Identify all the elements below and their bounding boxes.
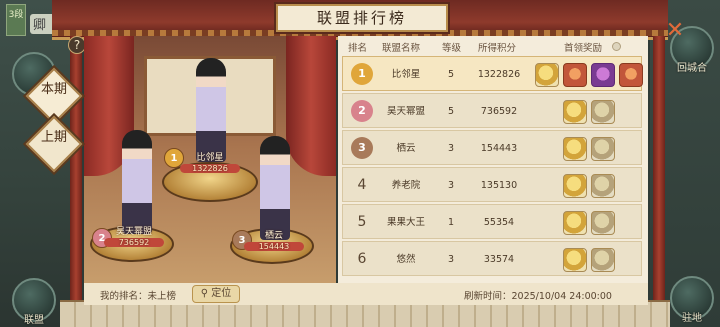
locate-button[interactable]: ⚲ 定位	[192, 285, 240, 303]
reward-coin-icon[interactable]	[535, 63, 559, 87]
row-level: 5	[447, 106, 455, 117]
reward-chest-icon[interactable]	[563, 63, 587, 87]
pillar-right	[653, 36, 665, 306]
reward-toggle-radio[interactable]	[612, 42, 621, 51]
row-score: 135130	[480, 180, 518, 191]
reward-coin-icon[interactable]	[563, 248, 587, 272]
table-row[interactable]: 6 悠然 3 33574	[342, 241, 642, 276]
reward-coin-icon[interactable]	[563, 137, 587, 161]
row-level: 3	[447, 143, 455, 154]
character-first	[196, 58, 226, 162]
tab-last-period-label: 上期	[40, 130, 67, 145]
podium-third-score: 154443	[244, 242, 304, 251]
table-row[interactable]: 2 昊天幂盟 5 736592	[342, 93, 642, 128]
header-score: 所得积分	[478, 43, 517, 54]
ranking-panel: 排名 联盟名称 等级 所得积分 首领奖励 1 比邻星 5 1322826 2 昊…	[338, 36, 648, 283]
table-header: 排名 联盟名称 等级 所得积分 首领奖励	[338, 36, 648, 54]
row-rank: 5	[357, 214, 367, 230]
podium-first-score: 1322826	[180, 164, 240, 173]
row-score: 33574	[483, 254, 515, 265]
row-alliance-name: 悠然	[396, 254, 416, 265]
row-rank: 4	[357, 177, 367, 193]
table-row[interactable]: 1 比邻星 5 1322826	[342, 56, 643, 91]
table-row[interactable]: 5 果果大王 1 55354	[342, 204, 642, 239]
window-title: 联盟排行榜	[276, 4, 448, 32]
reward-silver-coin-icon[interactable]	[591, 137, 615, 161]
row-level: 5	[447, 69, 455, 80]
reward-silver-coin-icon[interactable]	[591, 174, 615, 198]
locate-pin-icon: ⚲	[200, 288, 209, 299]
rank-third-badge-icon: 3	[351, 137, 373, 159]
close-icon[interactable]: ✕	[664, 20, 686, 42]
row-score: 736592	[480, 106, 518, 117]
reward-scroll-icon[interactable]	[619, 63, 643, 87]
level-tag: 3段	[6, 4, 26, 36]
header-level: 等级	[442, 43, 462, 54]
row-alliance-name: 果果大王	[386, 217, 425, 228]
reward-item-icon[interactable]	[591, 63, 615, 87]
side-button-alliance-label: 联盟	[24, 315, 44, 326]
row-score: 154443	[480, 143, 518, 154]
podium-second-score: 736592	[104, 238, 164, 247]
locate-button-label: 定位	[211, 288, 232, 299]
row-alliance-name: 比邻星	[391, 69, 421, 80]
side-button-return-city-label: 回城合	[677, 63, 707, 74]
podium-third-name: 栖云	[264, 231, 283, 241]
table-row[interactable]: 3 栖云 3 154443	[342, 130, 642, 165]
header-leader-reward: 首领奖励	[564, 43, 603, 54]
row-alliance-name: 昊天幂盟	[386, 106, 425, 117]
podium-third-plate: 栖云 154443	[244, 228, 304, 251]
row-level: 1	[447, 217, 455, 228]
podium-first-plate: 比邻星 1322826	[180, 150, 240, 173]
header-alliance-name: 联盟名称	[382, 43, 421, 54]
table-row[interactable]: 4 养老院 3 135130	[342, 167, 642, 202]
row-alliance-name: 养老院	[391, 180, 421, 191]
row-level: 3	[447, 254, 455, 265]
reward-silver-coin-icon[interactable]	[591, 248, 615, 272]
character-second	[122, 130, 152, 234]
character-third	[260, 136, 290, 240]
side-button-alliance[interactable]: 联盟	[12, 278, 56, 326]
ranking-footer: 我的排名：未上榜 ⚲ 定位 刷新时间：2025/10/04 24:00:00	[84, 283, 648, 305]
rank-first-badge-icon: 1	[351, 63, 373, 85]
row-alliance-name: 栖云	[396, 143, 416, 154]
podium-first-name: 比邻星	[196, 153, 224, 163]
rank-second-badge-icon: 2	[351, 100, 373, 122]
row-level: 3	[447, 180, 455, 191]
reward-coin-icon[interactable]	[563, 100, 587, 124]
side-button-station-label: 驻地	[682, 313, 702, 324]
curtain-right	[286, 36, 336, 176]
side-button-station[interactable]: 驻地	[670, 276, 714, 324]
row-score: 55354	[483, 217, 515, 228]
my-rank-text: 我的排名：未上榜	[100, 291, 177, 302]
reward-silver-coin-icon[interactable]	[591, 100, 615, 124]
refresh-time: 刷新时间：2025/10/04 24:00:00	[464, 291, 612, 302]
reward-coin-icon[interactable]	[563, 174, 587, 198]
podium-second-plate: 昊天幂盟 736592	[104, 224, 164, 247]
reward-silver-coin-icon[interactable]	[591, 211, 615, 235]
header-rank: 排名	[348, 43, 368, 54]
tab-current-period-label: 本期	[40, 82, 67, 97]
podium-stage: 1 比邻星 1322826 2 昊天幂盟 736592 3 栖云 154443	[84, 36, 336, 283]
row-rank: 6	[357, 251, 367, 267]
podium-second-name: 昊天幂盟	[115, 227, 152, 237]
pillar-left	[70, 36, 82, 306]
row-score: 1322826	[477, 69, 521, 80]
reward-coin-icon[interactable]	[563, 211, 587, 235]
